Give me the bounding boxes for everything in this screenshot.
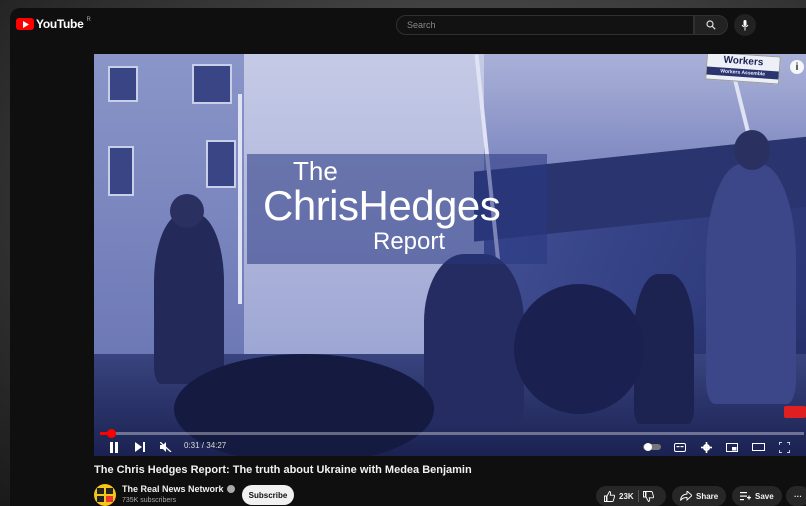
time-display: 0:31 / 34:27 bbox=[184, 441, 227, 450]
video-title: The Chris Hedges Report: The truth about… bbox=[94, 464, 472, 476]
search-input[interactable]: Search bbox=[396, 15, 694, 35]
like-dislike-group: 23K bbox=[596, 486, 666, 506]
captions-button[interactable] bbox=[672, 438, 688, 456]
save-playlist-icon bbox=[740, 491, 751, 500]
like-divider bbox=[637, 490, 639, 502]
gear-icon bbox=[700, 441, 712, 453]
subscribe-button[interactable]: Subscribe bbox=[242, 485, 294, 505]
verified-icon bbox=[226, 485, 235, 493]
scene-sign-pole bbox=[238, 94, 242, 304]
mute-button[interactable] bbox=[158, 438, 174, 456]
scene-window bbox=[108, 146, 134, 196]
pause-button[interactable] bbox=[106, 438, 122, 456]
scene-person bbox=[154, 214, 224, 384]
theater-mode-icon bbox=[751, 443, 765, 451]
scene-puppet-head bbox=[514, 284, 644, 414]
thumbs-up-icon bbox=[604, 490, 615, 502]
scene-window bbox=[108, 66, 138, 102]
share-label: Share bbox=[696, 491, 719, 501]
search-button[interactable] bbox=[694, 15, 728, 35]
fullscreen-icon bbox=[778, 441, 790, 453]
autoplay-toggle[interactable] bbox=[642, 438, 662, 456]
title-card-line2: ChrisHedges bbox=[263, 182, 501, 229]
scene-person-head bbox=[170, 194, 204, 228]
scene-person bbox=[706, 164, 796, 404]
scene-person-head bbox=[734, 130, 770, 170]
browser-window: YouTube R Search Workers Workers Assembl… bbox=[10, 8, 806, 506]
save-label: Save bbox=[755, 491, 774, 501]
share-icon bbox=[680, 491, 692, 501]
dislike-button[interactable] bbox=[642, 490, 654, 502]
more-horizontal-icon: ··· bbox=[794, 491, 802, 501]
info-icon[interactable]: i bbox=[790, 60, 804, 74]
scrubber-handle[interactable] bbox=[106, 429, 116, 438]
search-icon bbox=[706, 20, 716, 30]
subscriber-count: 735K subscribers bbox=[122, 497, 177, 504]
settings-button[interactable] bbox=[698, 438, 714, 456]
volume-muted-icon bbox=[160, 442, 172, 452]
youtube-logo[interactable]: YouTube R bbox=[16, 17, 91, 31]
video-player[interactable]: Workers Workers Assemble The ChrisHedges… bbox=[94, 54, 806, 456]
channel-name[interactable]: The Real News Network bbox=[122, 484, 235, 494]
microphone-icon bbox=[741, 19, 749, 30]
like-count: 23K bbox=[619, 491, 634, 501]
region-code: R bbox=[86, 17, 91, 23]
scene-person bbox=[424, 254, 524, 424]
scene-window bbox=[192, 64, 232, 104]
subscribe-watermark[interactable] bbox=[784, 406, 806, 418]
autoplay-toggle-icon bbox=[643, 443, 661, 451]
captions-icon bbox=[674, 442, 686, 452]
scene-window bbox=[206, 140, 236, 188]
next-button[interactable] bbox=[132, 438, 148, 456]
fullscreen-button[interactable] bbox=[776, 438, 792, 456]
masthead: YouTube R Search bbox=[10, 8, 806, 40]
youtube-play-icon bbox=[16, 18, 34, 30]
share-button[interactable]: Share bbox=[672, 486, 727, 506]
save-button[interactable]: Save bbox=[732, 486, 782, 506]
miniplayer-button[interactable] bbox=[724, 438, 740, 456]
miniplayer-icon bbox=[726, 442, 738, 452]
voice-search-button[interactable] bbox=[734, 14, 756, 36]
logo-text: YouTube bbox=[36, 17, 84, 31]
pause-icon bbox=[110, 441, 118, 453]
title-card-line3: Report bbox=[373, 228, 446, 255]
skip-next-icon bbox=[135, 442, 145, 452]
title-card: The ChrisHedges Report bbox=[247, 154, 547, 264]
channel-logo-icon bbox=[97, 488, 113, 502]
player-controls: 0:31 / 34:27 bbox=[94, 438, 806, 456]
channel-name-text: The Real News Network bbox=[122, 484, 224, 494]
like-button[interactable]: 23K bbox=[604, 490, 634, 502]
progress-bar[interactable] bbox=[100, 429, 804, 438]
channel-avatar[interactable] bbox=[94, 484, 116, 506]
more-actions-button[interactable]: ··· bbox=[786, 486, 806, 506]
theater-mode-button[interactable] bbox=[750, 438, 766, 456]
thumbs-down-icon bbox=[642, 490, 654, 502]
protest-sign: Workers Workers Assemble bbox=[705, 54, 781, 85]
